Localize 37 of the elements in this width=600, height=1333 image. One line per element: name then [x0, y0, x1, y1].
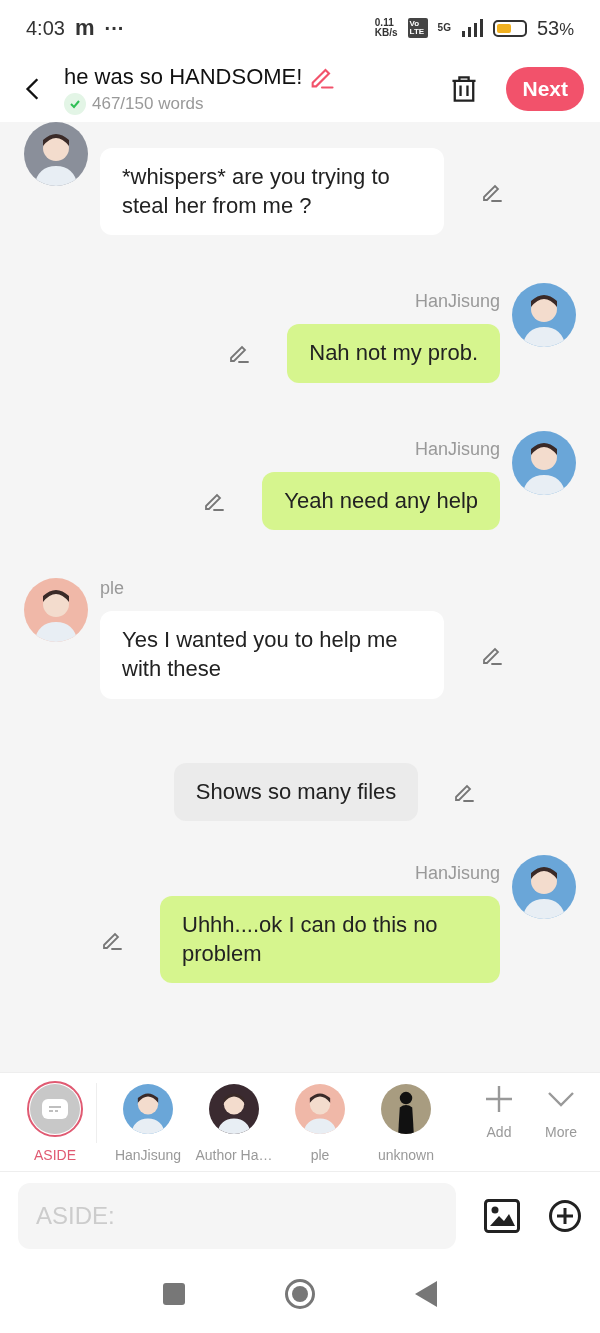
chat-bubble-icon — [42, 1099, 68, 1119]
cast-member[interactable]: ple — [277, 1081, 363, 1163]
volte-badge: Vo LTE — [407, 18, 428, 38]
signal-icon — [460, 19, 483, 37]
cast-member[interactable]: ASIDE — [22, 1081, 88, 1163]
cast-member[interactable]: HanJisung — [105, 1081, 191, 1163]
more-button[interactable]: More — [530, 1084, 592, 1140]
next-button[interactable]: Next — [506, 67, 584, 111]
plus-icon — [484, 1084, 514, 1114]
aside-bubble: Shows so many files — [173, 762, 419, 822]
cast-member[interactable]: unknown — [363, 1081, 449, 1163]
image-button[interactable] — [484, 1199, 520, 1233]
message-bubble: Yeah need any help — [262, 471, 500, 531]
message-bubble: Uhhh....ok I can do this no problem — [160, 896, 500, 984]
story-title: he was so HANDSOME! — [64, 64, 303, 90]
message-bubble: Nah not my prob. — [287, 324, 500, 383]
home-button[interactable] — [285, 1278, 315, 1309]
cast-member[interactable]: Author Ha… — [191, 1081, 277, 1163]
character-name: HanJisung — [414, 438, 500, 460]
battery-icon — [492, 19, 527, 37]
message-bubble: *whispers* are you trying to steal her from me ? — [100, 148, 444, 236]
network-type: 5G — [437, 23, 451, 33]
clock: 4:03 — [26, 18, 65, 38]
back-nav-button[interactable] — [415, 1280, 437, 1307]
character-name: ple — [100, 578, 125, 600]
add-button[interactable] — [548, 1199, 582, 1233]
character-name: HanJisung — [414, 863, 500, 885]
word-count: 467/150 words — [92, 94, 204, 114]
network-speed: 0.11 KB/s — [374, 18, 398, 38]
app-mark: m — [74, 17, 95, 39]
more-notifications: ··· — [104, 18, 125, 38]
delete-button[interactable] — [450, 74, 479, 104]
character-name: HanJisung — [414, 291, 500, 313]
recents-button[interactable] — [163, 1282, 185, 1305]
message-bubble: Yes I wanted you to help me with these — [100, 611, 444, 699]
add-button[interactable]: Add — [468, 1084, 530, 1140]
battery-percent: 53% — [536, 17, 574, 39]
